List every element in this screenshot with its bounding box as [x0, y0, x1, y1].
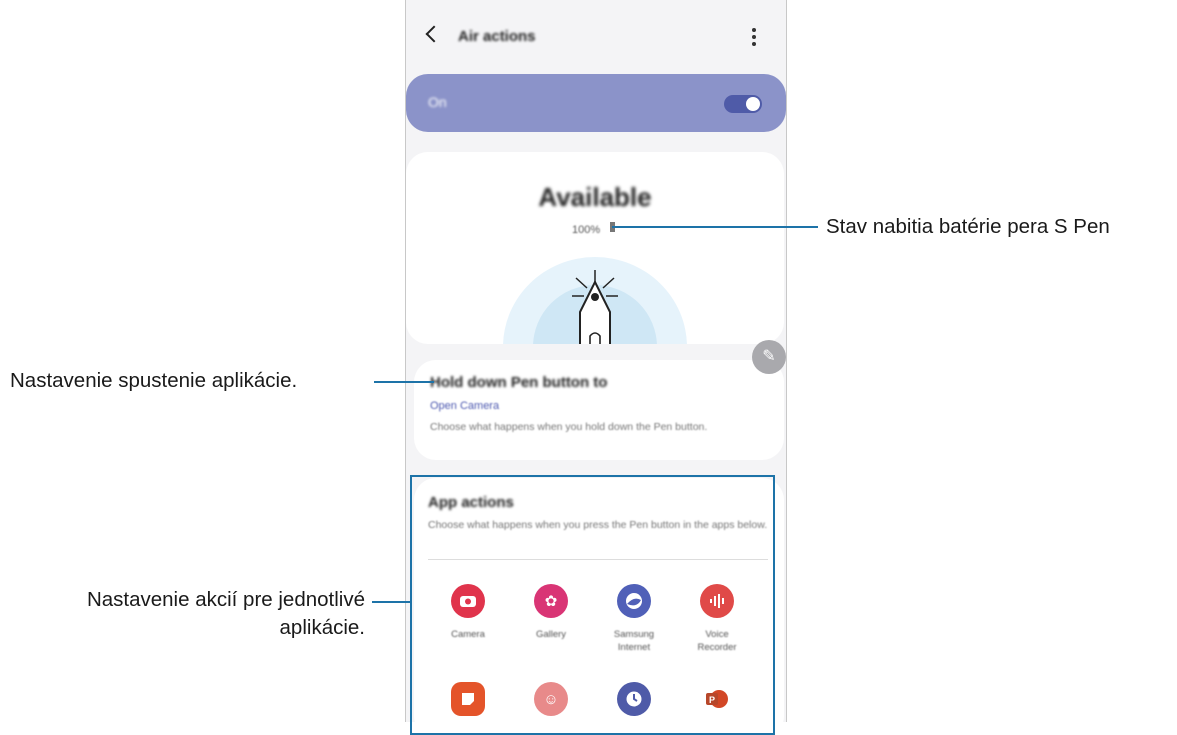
master-switch-label: On [428, 94, 447, 110]
hold-pen-value: Open Camera [430, 400, 500, 412]
battery-callout-text: Stav nabitia batérie pera S Pen [826, 215, 1110, 238]
app-bar: Air actions [406, 0, 786, 70]
battery-level: 100% [572, 224, 601, 236]
back-arrow-icon[interactable] [425, 25, 443, 43]
more-options-icon[interactable] [752, 28, 756, 46]
edit-icon[interactable]: ✎ [752, 340, 786, 374]
master-switch-bar[interactable]: On [406, 74, 786, 132]
master-toggle[interactable] [724, 95, 762, 113]
s-pen-illustration-icon [503, 257, 687, 344]
app-actions-callout-line [372, 601, 410, 603]
hold-pen-button-card[interactable]: Hold down Pen button to Open Camera Choo… [414, 360, 784, 460]
app-launch-callout-text: Nastavenie spustenie aplikácie. [10, 369, 298, 392]
pen-status-title: Available [538, 182, 652, 212]
hold-pen-title: Hold down Pen button to [430, 374, 608, 391]
app-actions-highlight [410, 475, 775, 735]
battery-callout-line [612, 226, 818, 228]
page-title: Air actions [458, 28, 536, 45]
app-actions-callout-line2: aplikácie. [279, 616, 365, 639]
app-launch-callout-line [374, 381, 434, 383]
hold-pen-description: Choose what happens when you hold down t… [430, 421, 708, 433]
toggle-knob [746, 97, 760, 111]
app-actions-callout-line1: Nastavenie akcií pre jednotlivé [86, 588, 365, 611]
pen-status-card: Available 100% [406, 152, 784, 344]
